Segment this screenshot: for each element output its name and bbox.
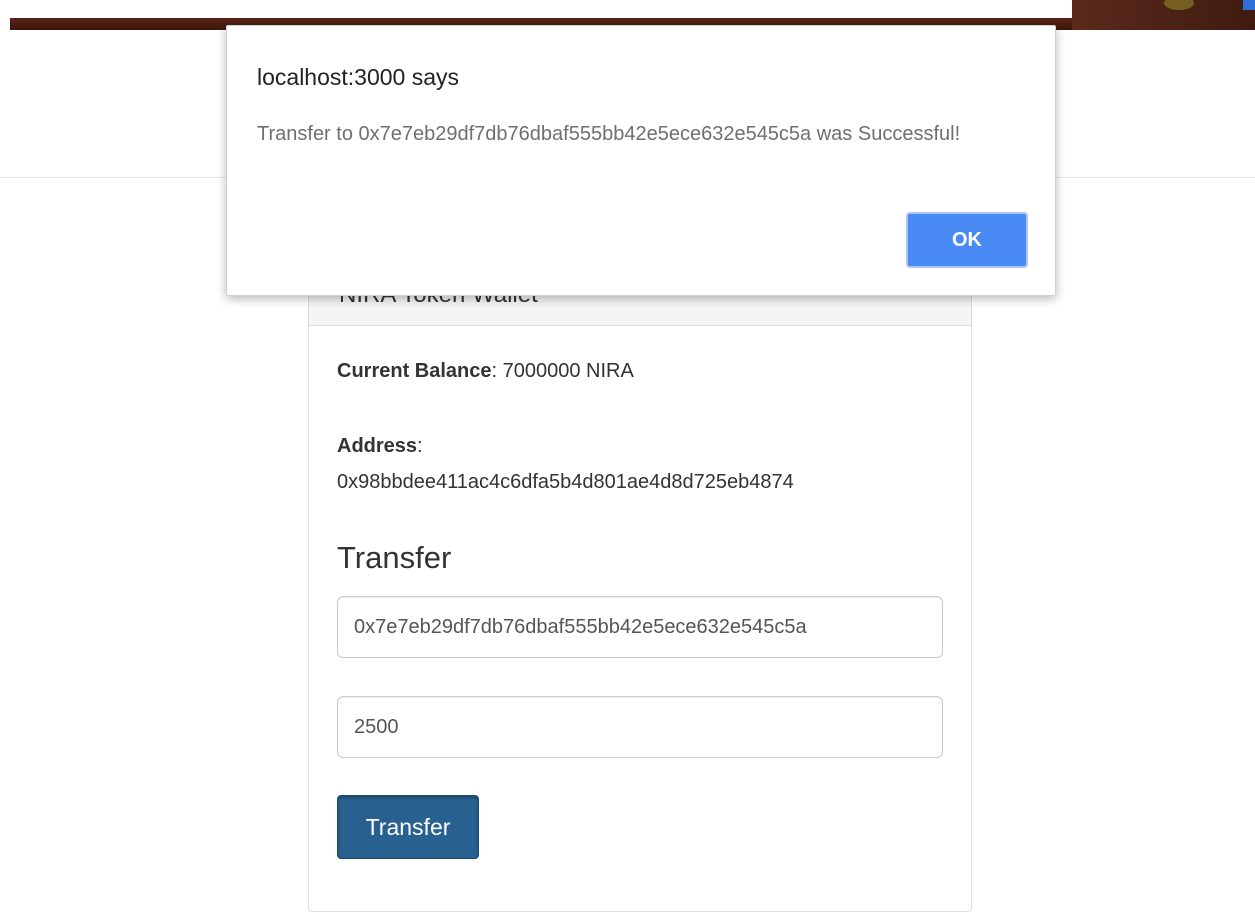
amount-input[interactable] (337, 696, 943, 758)
wallet-panel: NIRA Token Wallet Current Balance: 70000… (308, 262, 972, 912)
alert-dialog: localhost:3000 says Transfer to 0x7e7eb2… (226, 25, 1056, 296)
address-value: 0x98bbdee411ac4c6dfa5b4d801ae4d8d725eb48… (337, 471, 794, 493)
wallet-panel-body: Current Balance: 7000000 NIRA Address: 0… (309, 326, 971, 859)
dialog-title: localhost:3000 says (257, 64, 460, 90)
balance-colon: : (491, 360, 503, 382)
recipient-address-input[interactable] (337, 596, 943, 658)
extension-icon (1164, 0, 1194, 10)
ok-button[interactable]: OK (906, 212, 1028, 268)
balance-label: Current Balance (337, 360, 492, 382)
transfer-heading: Transfer (337, 540, 452, 575)
balance-value: 7000000 NIRA (502, 360, 634, 382)
balance-line: Current Balance: 7000000 NIRA (337, 360, 943, 383)
profile-icon (1243, 0, 1255, 10)
address-label: Address (337, 435, 418, 457)
address-colon: : (417, 435, 423, 457)
transfer-button[interactable]: Transfer (337, 795, 479, 859)
address-block: Address: 0x98bbdee411ac4c6dfa5b4d801ae4d… (337, 428, 943, 500)
dialog-message: Transfer to 0x7e7eb29df7db76dbaf555bb42e… (257, 123, 961, 145)
browser-toolbar-strip (1072, 0, 1255, 30)
